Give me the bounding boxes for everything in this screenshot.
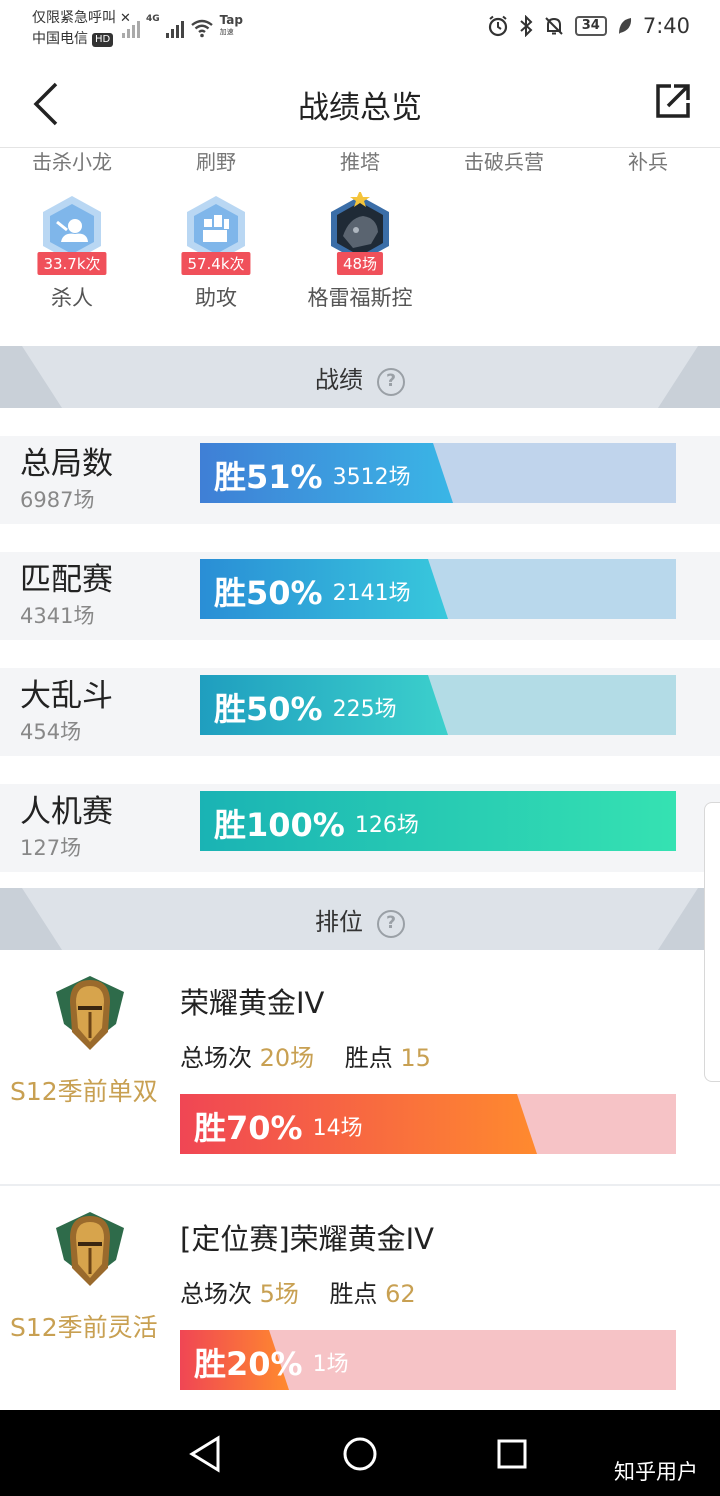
record-row-total[interactable]: 总局数 6987场 胜51% 3512场	[0, 436, 720, 524]
help-icon[interactable]: ?	[377, 910, 405, 938]
ranked-card-solo[interactable]: S12季前单双 荣耀黄金IV 总场次 20场 胜点 15 胜70% 14场	[0, 950, 720, 1182]
record-section-title: 战绩?	[0, 360, 720, 396]
record-name: 总局数	[20, 446, 113, 482]
win-rate-bar: 胜51% 3512场	[200, 443, 676, 503]
signal-indicators: 4G Tap 加速	[122, 14, 243, 38]
record-row-normal[interactable]: 匹配赛 4341场 胜50% 2141场	[0, 552, 720, 640]
win-rate-text: 胜50% 225场	[214, 690, 397, 728]
circle-home-icon	[343, 1437, 377, 1471]
nav-recents-button[interactable]	[488, 1430, 536, 1478]
system-icons: 34 7:40	[487, 14, 690, 38]
hd-badge: HD	[92, 32, 114, 47]
rank-stats: 总场次 20场 胜点 15	[180, 1044, 431, 1072]
record-section-header: 战绩?	[0, 346, 720, 408]
honor-label-inhibitor: 击破兵营	[464, 150, 544, 174]
assist-badge: 57.4k次	[179, 192, 253, 282]
record-row-aram[interactable]: 大乱斗 454场 胜50% 225场	[0, 668, 720, 756]
triangle-back-icon	[189, 1435, 220, 1473]
share-external-icon	[656, 84, 690, 118]
honor-label-tower: 推塔	[340, 150, 380, 174]
honor-item-assists[interactable]: 57.4k次 助攻	[144, 192, 288, 312]
carrier-name: 中国电信	[32, 31, 88, 47]
record-name: 大乱斗	[20, 678, 113, 714]
rank-win-bar: 胜20% 1场	[180, 1330, 676, 1390]
honor-top-row: 击杀小龙 刷野 推塔 击破兵营 补兵	[0, 146, 720, 182]
nav-home-button[interactable]	[336, 1430, 384, 1478]
square-recents-icon	[497, 1439, 527, 1469]
season-name: S12季前灵活	[10, 1313, 158, 1342]
win-rate-bar: 胜50% 225场	[200, 675, 676, 735]
nav-header: 战绩总览	[0, 60, 720, 148]
kill-count: 33.7k次	[37, 252, 107, 275]
leaf-icon	[618, 18, 631, 34]
kill-badge: 33.7k次	[35, 192, 109, 282]
season-name: S12季前单双	[10, 1077, 158, 1106]
win-rate-text: 胜51% 3512场	[214, 458, 411, 496]
gold-rank-emblem-icon	[56, 1212, 124, 1286]
scroll-handle[interactable]	[704, 802, 720, 1082]
clock: 7:40	[642, 14, 690, 38]
win-rate-text: 胜50% 2141场	[214, 574, 411, 612]
honor-label-dragon: 击杀小龙	[32, 150, 112, 174]
record-games: 6987场	[20, 488, 95, 512]
signal-sim1-icon	[122, 21, 140, 38]
carrier-info: 仅限紧急呼叫 ✕ 中国电信 HD	[32, 8, 131, 50]
emergency-text: 仅限紧急呼叫	[32, 10, 116, 26]
nav-back-button[interactable]	[182, 1430, 230, 1478]
wifi-icon	[190, 19, 213, 38]
page-title: 战绩总览	[298, 90, 422, 126]
tap-accelerator-icon: Tap 加速	[219, 13, 243, 36]
record-row-bot[interactable]: 人机赛 127场 胜100% 126场	[0, 784, 720, 872]
rank-stats: 总场次 5场 胜点 62	[180, 1280, 416, 1308]
status-bar: 仅限紧急呼叫 ✕ 中国电信 HD 4G Tap 加速 34 7:40	[0, 0, 720, 60]
kill-label: 杀人	[51, 286, 93, 310]
win-rate-text: 胜100% 126场	[214, 806, 419, 844]
watermark: 知乎用户	[614, 1460, 698, 1484]
champion-badge: 48场	[323, 190, 397, 282]
share-button[interactable]	[654, 82, 692, 120]
bluetooth-icon	[520, 15, 533, 37]
win-rate-bar: 胜100% 126场	[200, 791, 676, 851]
mute-bell-icon	[545, 17, 563, 35]
honor-item-kills[interactable]: 33.7k次 杀人	[0, 192, 144, 312]
champion-count: 48场	[336, 252, 384, 275]
record-games: 127场	[20, 836, 82, 860]
ranked-section-title: 排位?	[0, 902, 720, 938]
help-icon[interactable]: ?	[377, 368, 405, 396]
network-type: 4G	[146, 14, 160, 24]
honor-item-champion[interactable]: 48场 格雷福斯控	[288, 190, 432, 312]
rank-win-text: 胜70% 14场	[194, 1109, 363, 1147]
champion-label: 格雷福斯控	[307, 286, 413, 310]
ranked-card-flex[interactable]: S12季前灵活 [定位赛]荣耀黄金IV 总场次 5场 胜点 62 胜20% 1场	[0, 1186, 720, 1410]
system-nav-bar: 知乎用户	[0, 1410, 720, 1496]
honor-label-jungle: 刷野	[196, 150, 236, 174]
gold-rank-emblem-icon	[56, 976, 124, 1050]
assist-count: 57.4k次	[181, 252, 251, 275]
signal-sim2-icon	[165, 21, 184, 38]
assist-label: 助攻	[195, 286, 237, 310]
ranked-section-header: 排位?	[0, 888, 720, 950]
alarm-icon	[488, 15, 507, 37]
honor-label-cs: 补兵	[628, 150, 668, 174]
rank-win-bar: 胜70% 14场	[180, 1094, 676, 1154]
record-games: 454场	[20, 720, 82, 744]
win-rate-bar: 胜50% 2141场	[200, 559, 676, 619]
rank-title: [定位赛]荣耀黄金IV	[180, 1222, 435, 1256]
record-games: 4341场	[20, 604, 95, 628]
record-name: 人机赛	[20, 794, 113, 830]
rank-title: 荣耀黄金IV	[180, 986, 325, 1020]
battery-indicator: 34	[574, 16, 607, 36]
rank-win-text: 胜20% 1场	[194, 1345, 349, 1383]
record-name: 匹配赛	[20, 562, 113, 598]
